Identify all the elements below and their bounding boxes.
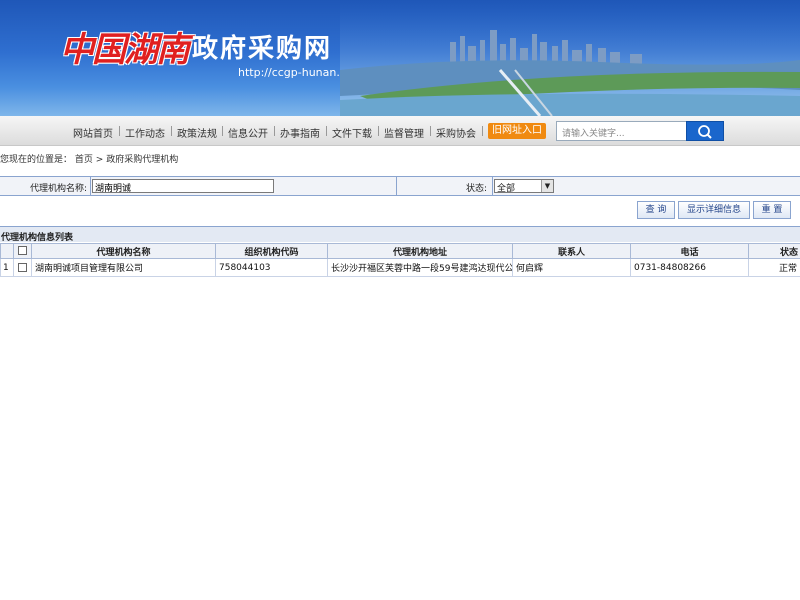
city-skyline-image xyxy=(340,0,800,116)
divider xyxy=(492,177,493,195)
nav-supervision[interactable]: 监督管理 xyxy=(384,125,424,140)
nav-separator xyxy=(274,126,275,136)
agency-name-input[interactable]: 湖南明诚 xyxy=(92,179,274,194)
nav-separator xyxy=(171,126,172,136)
row-status: 正常 xyxy=(748,258,800,277)
row-select[interactable] xyxy=(13,258,32,277)
header-contact[interactable]: 联系人 xyxy=(512,243,631,259)
select-all-checkbox[interactable] xyxy=(18,246,27,255)
breadcrumb-current: 政府采购代理机构 xyxy=(106,155,179,165)
row-address: 长沙沙开福区芙蓉中路一段59号建鸿达现代公寓南栋 xyxy=(327,258,513,277)
breadcrumb-home[interactable]: 首页 xyxy=(75,155,93,165)
list-title: 代理机构信息列表 xyxy=(0,226,800,243)
header-status[interactable]: 状态 xyxy=(748,243,800,259)
nav-guide[interactable]: 办事指南 xyxy=(280,125,320,140)
search-icon xyxy=(698,125,712,139)
row-org-code: 758044103 xyxy=(215,258,328,277)
search-input[interactable]: 请输入关键字... xyxy=(556,121,688,141)
breadcrumb-separator: > xyxy=(95,155,104,165)
nav-policy[interactable]: 政策法规 xyxy=(177,125,217,140)
nav-separator xyxy=(378,126,379,136)
nav-association[interactable]: 采购协会 xyxy=(436,125,476,140)
search-filter-bar: 代理机构名称: 湖南明诚 状态: 全部 ▼ xyxy=(0,176,800,196)
divider xyxy=(90,177,91,195)
nav-info-public[interactable]: 信息公开 xyxy=(228,125,268,140)
query-button[interactable]: 查 询 xyxy=(637,201,675,219)
header-index xyxy=(0,243,14,259)
header-agency-name[interactable]: 代理机构名称 xyxy=(31,243,216,259)
nav-separator xyxy=(222,126,223,136)
status-select[interactable]: 全部 ▼ xyxy=(494,179,554,194)
chevron-down-icon: ▼ xyxy=(541,180,553,192)
site-banner: 中国湖南 政府采购网 http://ccgp-hunan.gov.cn xyxy=(0,0,800,116)
agency-name-label: 代理机构名称: xyxy=(30,184,88,194)
nav-work-news[interactable]: 工作动态 xyxy=(125,125,165,140)
header-select-all[interactable] xyxy=(13,243,32,259)
nav-home[interactable]: 网站首页 xyxy=(73,125,113,140)
row-index: 1 xyxy=(0,258,14,277)
breadcrumb-prefix: 您现在的位置是： xyxy=(0,155,73,165)
old-site-link[interactable]: 旧网址入口 xyxy=(488,123,546,139)
nav-separator xyxy=(482,126,483,136)
table-row[interactable]: 1 湖南明诚项目管理有限公司 758044103 长沙沙开福区芙蓉中路一段59号… xyxy=(0,258,800,277)
agency-table: 代理机构名称 组织机构代码 代理机构地址 联系人 电话 状态 1 湖南明诚项目管… xyxy=(0,243,800,277)
nav-separator xyxy=(119,126,120,136)
row-checkbox[interactable] xyxy=(18,262,27,272)
row-phone: 0731-84808266 xyxy=(630,258,749,277)
header-org-code[interactable]: 组织机构代码 xyxy=(215,243,328,259)
main-nav: 网站首页 工作动态 政策法规 信息公开 办事指南 文件下载 监督管理 采购协会 … xyxy=(0,116,800,146)
nav-separator xyxy=(326,126,327,136)
nav-separator xyxy=(430,126,431,136)
header-address[interactable]: 代理机构地址 xyxy=(327,243,513,259)
action-bar: 查 询 显示详细信息 重 置 xyxy=(0,198,800,224)
status-label: 状态: xyxy=(466,184,488,194)
breadcrumb: 您现在的位置是： 首页 > 政府采购代理机构 xyxy=(0,152,178,165)
nav-downloads[interactable]: 文件下载 xyxy=(332,125,372,140)
header-phone[interactable]: 电话 xyxy=(630,243,749,259)
search-button[interactable] xyxy=(686,121,724,141)
site-title: 政府采购网 xyxy=(192,34,333,64)
row-agency-name[interactable]: 湖南明诚项目管理有限公司 xyxy=(31,258,216,277)
show-detail-button[interactable]: 显示详细信息 xyxy=(678,201,750,219)
logo: 中国湖南 xyxy=(60,30,190,70)
table-header-row: 代理机构名称 组织机构代码 代理机构地址 联系人 电话 状态 xyxy=(0,243,800,259)
divider xyxy=(396,177,397,195)
status-select-value: 全部 xyxy=(497,184,516,194)
reset-button[interactable]: 重 置 xyxy=(753,201,791,219)
row-contact: 何启辉 xyxy=(512,258,631,277)
